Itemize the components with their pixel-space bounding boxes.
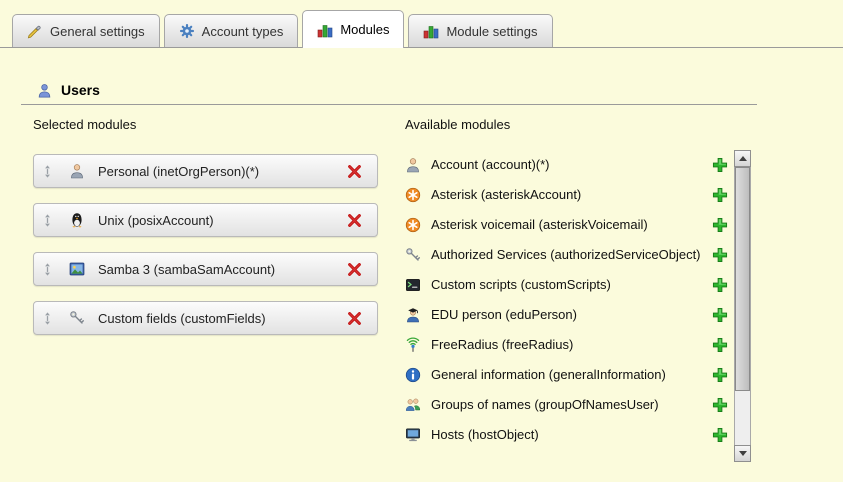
section-header: Users — [37, 82, 100, 98]
scroll-up-button[interactable] — [734, 150, 751, 167]
tab-bar: General settings Account types Modules M… — [0, 0, 843, 48]
add-module-button[interactable] — [712, 337, 728, 353]
tux-icon — [69, 212, 85, 228]
freeradius-icon — [405, 337, 421, 353]
available-module-row: FreeRadius (freeRadius) — [405, 330, 734, 360]
host-icon — [405, 427, 421, 443]
available-module-row: EDU person (eduPerson) — [405, 300, 734, 330]
scrollbar-track[interactable] — [734, 167, 751, 445]
available-module-row: Account (account)(*) — [405, 150, 734, 180]
script-icon — [405, 277, 421, 293]
selected-modules-heading: Selected modules — [33, 117, 378, 132]
available-module-row: General information (generalInformation) — [405, 360, 734, 390]
available-module-row: Asterisk (asteriskAccount) — [405, 180, 734, 210]
available-module-row: Hosts (hostObject) — [405, 420, 734, 450]
scroll-down-button[interactable] — [734, 445, 751, 462]
add-module-button[interactable] — [712, 427, 728, 443]
remove-module-button[interactable] — [346, 310, 363, 327]
person-icon — [405, 157, 421, 173]
info-icon — [405, 367, 421, 383]
add-module-button[interactable] — [712, 217, 728, 233]
section-divider — [21, 104, 757, 105]
tab-module-settings[interactable]: Module settings — [408, 14, 552, 47]
lam-configuration-page: General settings Account types Modules M… — [0, 0, 843, 482]
selected-module-row[interactable]: Personal (inetOrgPerson)(*) — [33, 154, 378, 188]
scroll-up-icon — [739, 156, 747, 161]
add-module-button[interactable] — [712, 247, 728, 263]
available-module-row: Custom scripts (customScripts) — [405, 270, 734, 300]
modules-icon — [317, 22, 333, 38]
tab-account-types[interactable]: Account types — [164, 14, 299, 47]
available-modules-list: Account (account)(*) Asterisk (asteriskA… — [405, 150, 734, 462]
scrollbar[interactable] — [734, 150, 751, 462]
section-title: Users — [61, 82, 100, 98]
remove-module-button[interactable] — [346, 261, 363, 278]
selected-modules-column: Selected modules Personal (inetOrgPerson… — [33, 117, 378, 350]
selected-modules-list: Personal (inetOrgPerson)(*) Unix (posixA… — [33, 154, 378, 335]
user-icon — [37, 83, 52, 98]
selected-module-row[interactable]: Samba 3 (sambaSamAccount) — [33, 252, 378, 286]
samba-icon — [69, 261, 85, 277]
keys-icon — [69, 310, 85, 326]
group-icon — [405, 397, 421, 413]
person-icon — [69, 163, 85, 179]
available-module-row: Asterisk voicemail (asteriskVoicemail) — [405, 210, 734, 240]
available-module-row: Groups of names (groupOfNamesUser) — [405, 390, 734, 420]
remove-module-button[interactable] — [346, 212, 363, 229]
account-types-icon — [179, 23, 195, 39]
selected-module-row[interactable]: Unix (posixAccount) — [33, 203, 378, 237]
available-modules-panel: Account (account)(*) Asterisk (asteriskA… — [405, 150, 754, 462]
general-settings-icon — [27, 23, 43, 39]
scroll-down-icon — [739, 451, 747, 456]
scrollbar-thumb[interactable] — [735, 167, 750, 391]
remove-module-button[interactable] — [346, 163, 363, 180]
tab-modules[interactable]: Modules — [302, 10, 404, 48]
drag-handle-icon[interactable] — [41, 262, 55, 277]
available-modules-heading: Available modules — [405, 117, 754, 132]
tab-general-settings[interactable]: General settings — [12, 14, 160, 47]
drag-handle-icon[interactable] — [41, 311, 55, 326]
edu-person-icon — [405, 307, 421, 323]
drag-handle-icon[interactable] — [41, 164, 55, 179]
add-module-button[interactable] — [712, 187, 728, 203]
selected-module-row[interactable]: Custom fields (customFields) — [33, 301, 378, 335]
available-module-row: Authorized Services (authorizedServiceOb… — [405, 240, 734, 270]
available-modules-column: Available modules Account (account)(*) — [405, 117, 754, 462]
asterisk-icon — [405, 217, 421, 233]
add-module-button[interactable] — [712, 157, 728, 173]
keys-icon — [405, 247, 421, 263]
add-module-button[interactable] — [712, 277, 728, 293]
drag-handle-icon[interactable] — [41, 213, 55, 228]
add-module-button[interactable] — [712, 397, 728, 413]
add-module-button[interactable] — [712, 307, 728, 323]
add-module-button[interactable] — [712, 367, 728, 383]
module-settings-icon — [423, 23, 439, 39]
asterisk-icon — [405, 187, 421, 203]
